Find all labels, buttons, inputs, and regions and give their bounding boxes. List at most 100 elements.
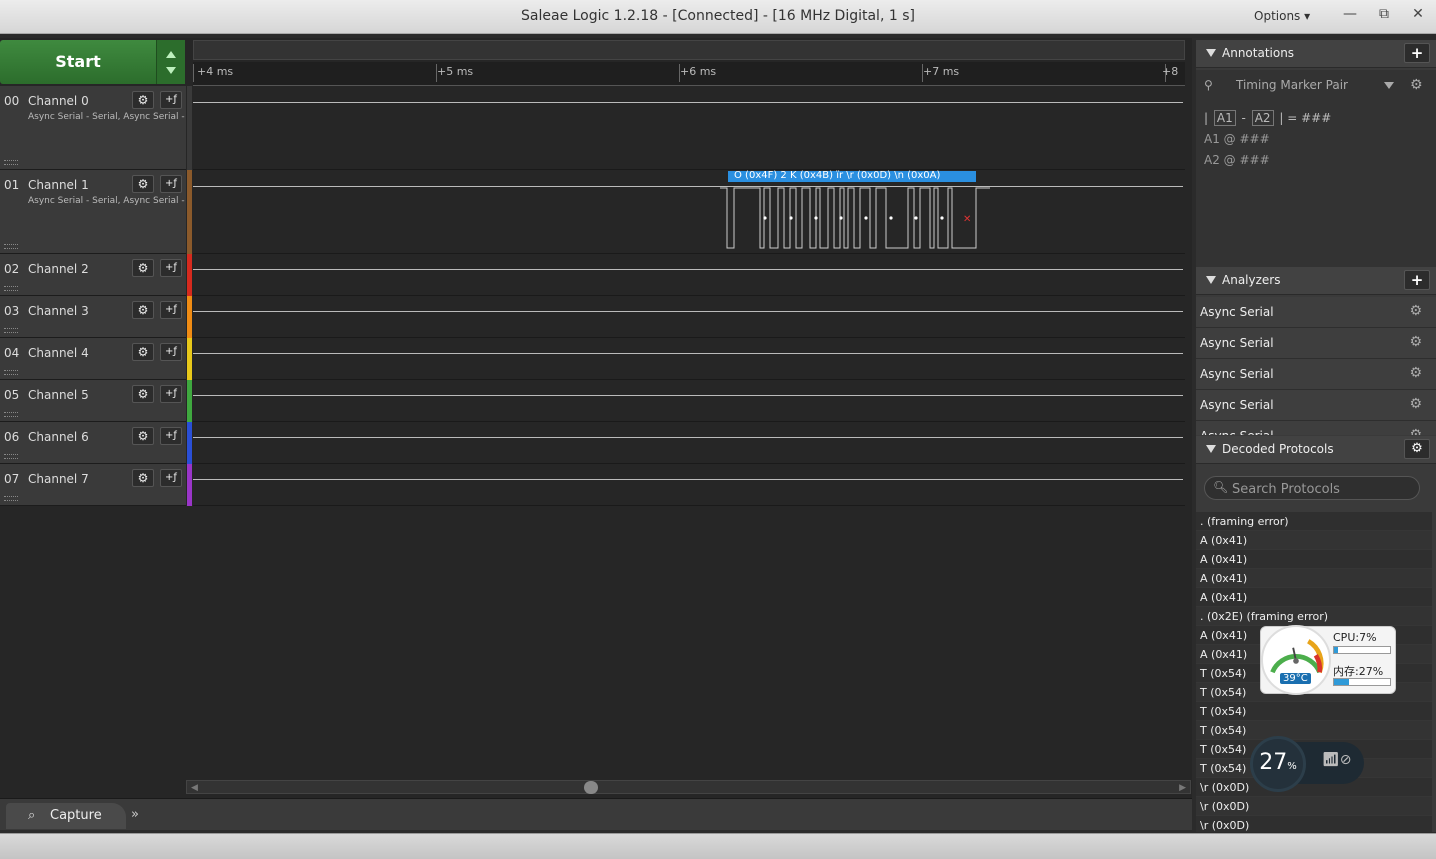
tab-capture[interactable]: ⌕ Capture	[6, 803, 126, 829]
decoded-item[interactable]: T (0x54)	[1196, 702, 1432, 721]
drag-handle-icon[interactable]	[4, 454, 18, 459]
scroll-right-icon[interactable]: ▶	[1179, 783, 1186, 793]
channel-row[interactable]: 07 Channel 7 ⚙ +ƒ	[0, 464, 186, 506]
analyzer-item[interactable]: Async Serial ⚙	[1196, 297, 1436, 328]
analyzer-item[interactable]: Async Serial ⚙	[1196, 421, 1436, 435]
analyzers-header[interactable]: Analyzers +	[1196, 267, 1436, 295]
channel-name[interactable]: Channel 6	[28, 430, 89, 444]
channel-row[interactable]: 05 Channel 5 ⚙ +ƒ	[0, 380, 186, 422]
gear-icon[interactable]: ⚙	[1410, 77, 1423, 93]
decoded-item[interactable]: A (0x41)	[1196, 569, 1432, 588]
drag-handle-icon[interactable]	[4, 496, 18, 501]
add-analyzer-button[interactable]: +	[1404, 270, 1430, 290]
scroll-left-icon[interactable]: ◀	[191, 783, 198, 793]
gear-icon[interactable]: ⚙	[1409, 334, 1422, 350]
arrow-up-icon[interactable]	[166, 51, 176, 58]
scroll-thumb[interactable]	[584, 781, 598, 794]
channel-name[interactable]: Channel 3	[28, 304, 89, 318]
channel-trigger-icon[interactable]: +ƒ	[160, 175, 182, 193]
analyzer-item[interactable]: Async Serial ⚙	[1196, 328, 1436, 359]
channel-row[interactable]: 02 Channel 2 ⚙ +ƒ	[0, 254, 186, 296]
channel-track[interactable]	[193, 254, 1185, 296]
chevron-down-icon[interactable]	[1384, 82, 1394, 89]
channel-trigger-icon[interactable]: +ƒ	[160, 343, 182, 361]
channel-name[interactable]: Channel 1	[28, 178, 89, 192]
channel-trigger-icon[interactable]: +ƒ	[160, 91, 182, 109]
channel-name[interactable]: Channel 5	[28, 388, 89, 402]
channel-track[interactable]	[193, 464, 1185, 506]
decoded-item[interactable]: \r (0x0D)	[1196, 797, 1432, 816]
channel-track[interactable]	[193, 380, 1185, 422]
drag-handle-icon[interactable]	[4, 412, 18, 417]
add-annotation-button[interactable]: +	[1404, 43, 1430, 63]
restore-button[interactable]: ⧉	[1372, 6, 1396, 26]
channel-track[interactable]	[193, 422, 1185, 464]
channel-1-waveform[interactable]: ✕	[720, 184, 990, 254]
more-tabs-button[interactable]: »	[120, 803, 150, 829]
time-ruler[interactable]: +4 ms +5 ms +6 ms +7 ms +8	[193, 62, 1185, 86]
drag-handle-icon[interactable]	[4, 244, 18, 249]
channel-trigger-icon[interactable]: +ƒ	[160, 259, 182, 277]
network-monitor-widget[interactable]: 27% 📶︎⊘	[1250, 736, 1366, 792]
timeline-overview[interactable]	[193, 40, 1185, 60]
annotations-header[interactable]: Annotations +	[1196, 40, 1436, 68]
channel-name[interactable]: Channel 4	[28, 346, 89, 360]
analyzer-item[interactable]: Async Serial ⚙	[1196, 359, 1436, 390]
channel-row[interactable]: 03 Channel 3 ⚙ +ƒ	[0, 296, 186, 338]
channel-track[interactable]	[193, 338, 1185, 380]
channel-name[interactable]: Channel 0	[28, 94, 89, 108]
gear-icon[interactable]: ⚙	[1409, 365, 1422, 381]
channel-trigger-icon[interactable]: +ƒ	[160, 385, 182, 403]
channel-row[interactable]: 00 Channel 0 Async Serial - Serial, Async …	[0, 86, 186, 170]
channel-row[interactable]: 06 Channel 6 ⚙ +ƒ	[0, 422, 186, 464]
channel-name[interactable]: Channel 2	[28, 262, 89, 276]
channel-trigger-icon[interactable]: +ƒ	[160, 469, 182, 487]
decode-bubble[interactable]: O (0x4F) 2 K (0x4B) їr \r (0x0D) \n (0x0…	[728, 170, 976, 182]
start-button[interactable]: Start	[0, 40, 156, 84]
channel-track[interactable]	[193, 170, 1185, 254]
decoded-protocols-header[interactable]: Decoded Protocols ⚙	[1196, 436, 1436, 464]
drag-handle-icon[interactable]	[4, 328, 18, 333]
channel-settings-gear-icon[interactable]: ⚙	[132, 91, 154, 109]
decoded-item[interactable]: \r (0x0D)	[1196, 816, 1432, 832]
channel-row[interactable]: 01 Channel 1 Async Serial - Serial, Async …	[0, 170, 186, 254]
decoded-item[interactable]: . (0x2E) (framing error)	[1196, 607, 1432, 626]
decoded-item[interactable]: A (0x41)	[1196, 531, 1432, 550]
channel-track[interactable]	[193, 296, 1185, 338]
decoded-item[interactable]: A (0x41)	[1196, 550, 1432, 569]
minimize-button[interactable]: —	[1338, 6, 1362, 26]
channel-settings-gear-icon[interactable]: ⚙	[132, 427, 154, 445]
collapse-icon[interactable]	[1206, 276, 1216, 284]
system-monitor-widget[interactable]: 39°C CPU:7% 内存:27%	[1260, 625, 1396, 695]
drag-handle-icon[interactable]	[4, 370, 18, 375]
close-button[interactable]: ✕	[1406, 6, 1430, 26]
decoded-item[interactable]: A (0x41)	[1196, 588, 1432, 607]
channel-settings-gear-icon[interactable]: ⚙	[132, 175, 154, 193]
channel-track[interactable]	[193, 86, 1185, 170]
channel-settings-gear-icon[interactable]: ⚙	[132, 301, 154, 319]
decoded-item[interactable]: . (framing error)	[1196, 512, 1432, 531]
channel-trigger-icon[interactable]: +ƒ	[160, 427, 182, 445]
collapse-icon[interactable]	[1206, 445, 1216, 453]
gear-icon[interactable]: ⚙	[1409, 303, 1422, 319]
collapse-icon[interactable]	[1206, 49, 1216, 57]
gear-icon[interactable]: ⚙	[1409, 427, 1422, 435]
start-options[interactable]	[156, 40, 185, 84]
drag-handle-icon[interactable]	[4, 286, 18, 291]
timing-marker-row[interactable]: ⚲ Timing Marker Pair ⚙	[1200, 74, 1432, 98]
drag-handle-icon[interactable]	[4, 160, 18, 165]
channel-settings-gear-icon[interactable]: ⚙	[132, 469, 154, 487]
gear-icon[interactable]: ⚙	[1409, 396, 1422, 412]
search-protocols-input[interactable]: 🔍︎ Search Protocols	[1204, 476, 1420, 500]
channel-trigger-icon[interactable]: +ƒ	[160, 301, 182, 319]
arrow-down-icon[interactable]	[166, 67, 176, 74]
channel-name[interactable]: Channel 7	[28, 472, 89, 486]
horizontal-scrollbar[interactable]: ◀ ▶	[186, 780, 1191, 794]
channel-settings-gear-icon[interactable]: ⚙	[132, 343, 154, 361]
decoded-settings-gear-icon[interactable]: ⚙	[1404, 439, 1430, 459]
channel-settings-gear-icon[interactable]: ⚙	[132, 259, 154, 277]
channel-row[interactable]: 04 Channel 4 ⚙ +ƒ	[0, 338, 186, 380]
analyzer-item[interactable]: Async Serial ⚙	[1196, 390, 1436, 421]
options-menu[interactable]: Options ▾	[1254, 9, 1310, 23]
channel-settings-gear-icon[interactable]: ⚙	[132, 385, 154, 403]
